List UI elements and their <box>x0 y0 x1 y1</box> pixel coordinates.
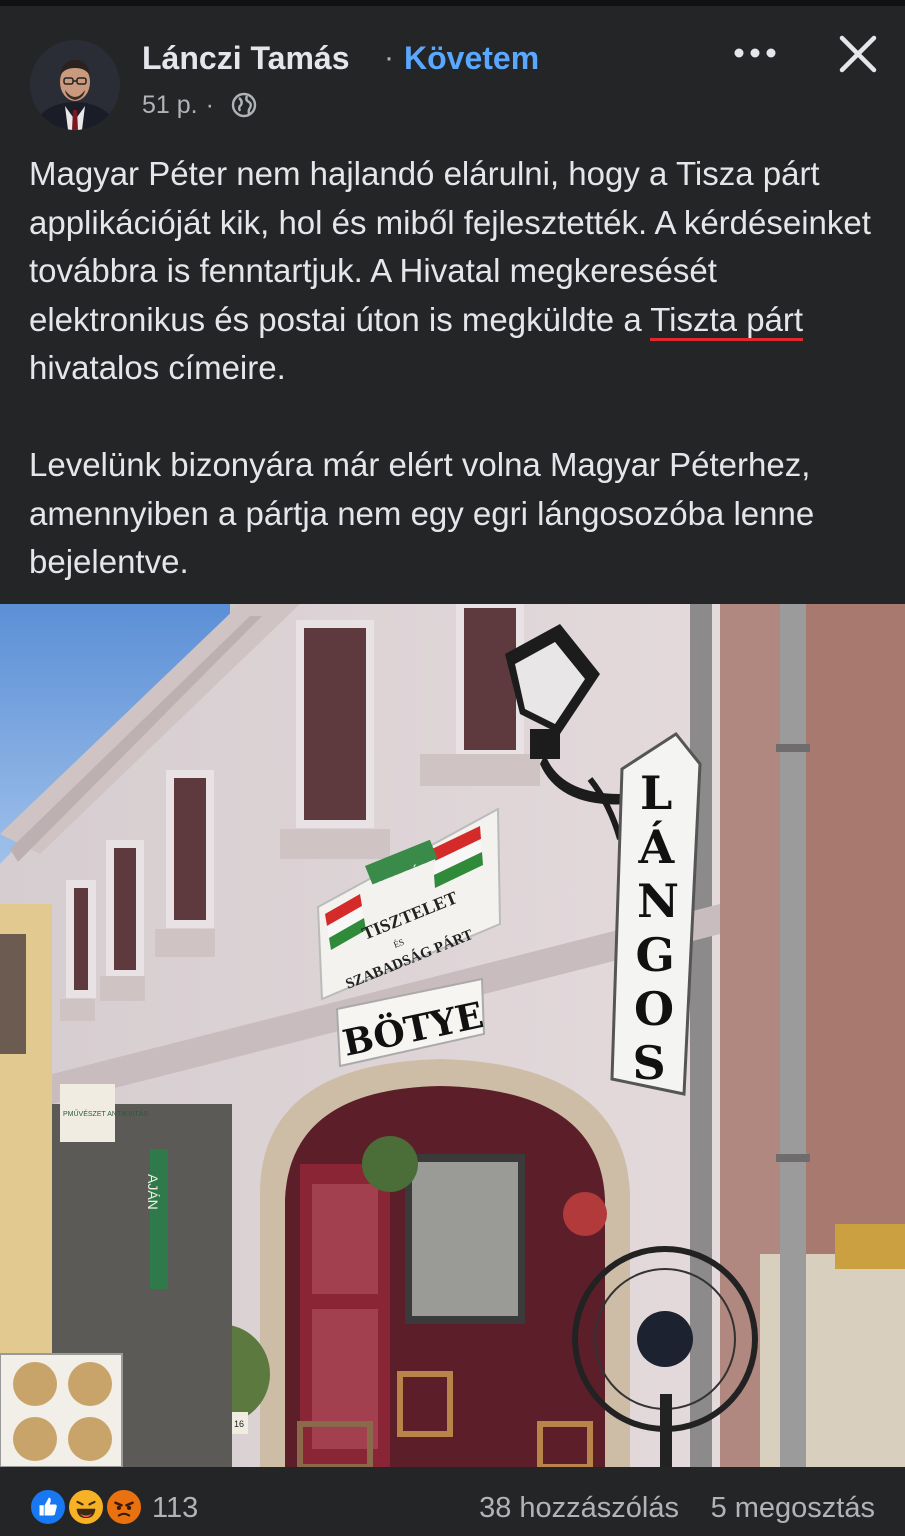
comments-count[interactable]: 38 hozzászólás <box>479 1488 679 1528</box>
langos-letter: L <box>640 766 672 820</box>
post-text-segment: hivatalos címeire. <box>29 349 286 386</box>
close-icon[interactable] <box>836 32 880 76</box>
house-number: 16 <box>234 1419 244 1429</box>
shop-sign-left: PMŰVÉSZET ANTIKVITÁS <box>63 1109 148 1118</box>
angry-icon <box>104 1487 144 1527</box>
langos-letter: O <box>634 982 674 1036</box>
post-paragraph-1: Magyar Péter nem hajlandó elárulni, hogy… <box>29 150 879 393</box>
langos-letter: Á <box>638 819 676 874</box>
post-meta: 51 p. · <box>142 88 222 122</box>
more-horizontal-icon[interactable] <box>730 38 780 68</box>
langos-sign: LÁNGOS <box>610 732 702 1096</box>
misspelled-party-name: Tiszta párt <box>650 300 804 341</box>
langos-letter: N <box>637 874 679 928</box>
langos-letter: G <box>636 928 675 982</box>
street-building-image: TISZA PÁRT TISZTELET ÉS SZABADSÁG PÁRT B… <box>0 604 905 1467</box>
author-avatar[interactable] <box>30 40 120 130</box>
like-icon <box>28 1487 68 1527</box>
post-paragraph-2: Levelünk bizonyára már elért volna Magya… <box>29 446 815 580</box>
post-timestamp[interactable]: 51 p. <box>142 91 198 119</box>
shares-count[interactable]: 5 megosztás <box>711 1488 875 1528</box>
haha-icon <box>66 1487 106 1527</box>
header-separator: · <box>384 41 394 74</box>
langos-letter: S <box>633 1036 666 1090</box>
meta-separator: · <box>205 91 214 119</box>
reaction-count[interactable]: 113 <box>152 1488 198 1528</box>
post-body: Magyar Péter nem hajlandó elárulni, hogy… <box>29 150 879 587</box>
shop-sign-vertical: AJÁN <box>145 1174 161 1210</box>
post-photo[interactable]: TISZA PÁRT TISZTELET ÉS SZABADSÁG PÁRT B… <box>0 604 905 1467</box>
globe-icon <box>231 92 257 118</box>
status-bar-strip <box>0 0 905 6</box>
follow-button[interactable]: Követem <box>404 36 539 80</box>
author-name[interactable]: Lánczi Tamás <box>142 36 349 80</box>
